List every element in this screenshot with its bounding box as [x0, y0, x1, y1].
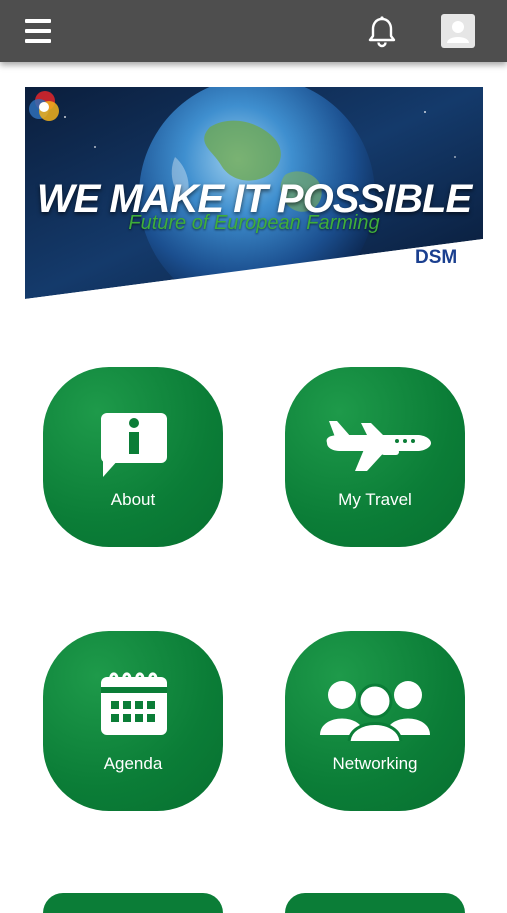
my-travel-label: My Travel	[338, 490, 412, 509]
agenda-label: Agenda	[103, 754, 163, 773]
dsm-logo-text: DSM	[415, 247, 458, 268]
calendar-icon	[101, 672, 167, 735]
networking-tile[interactable]: Networking	[285, 631, 465, 811]
agenda-tile[interactable]: Agenda	[43, 631, 223, 811]
user-avatar-icon[interactable]	[441, 14, 475, 48]
people-group-icon	[320, 681, 430, 741]
airplane-icon	[326, 421, 431, 471]
top-app-bar	[0, 0, 507, 62]
partial-tile-left[interactable]	[43, 893, 223, 913]
networking-label: Networking	[332, 754, 418, 773]
about-tile[interactable]: About	[43, 367, 223, 547]
hamburger-menu-icon[interactable]	[22, 16, 56, 46]
my-travel-tile[interactable]: My Travel	[285, 367, 465, 547]
about-label: About	[110, 490, 156, 509]
info-speech-bubble-icon	[101, 413, 167, 477]
event-banner: WE MAKE IT POSSIBLE Future of European F…	[25, 87, 483, 299]
dsm-logo-icon	[29, 91, 59, 121]
banner-subline: Future of European Farming	[128, 212, 380, 234]
partial-tile-right[interactable]	[285, 893, 465, 913]
bell-icon[interactable]	[364, 14, 400, 50]
